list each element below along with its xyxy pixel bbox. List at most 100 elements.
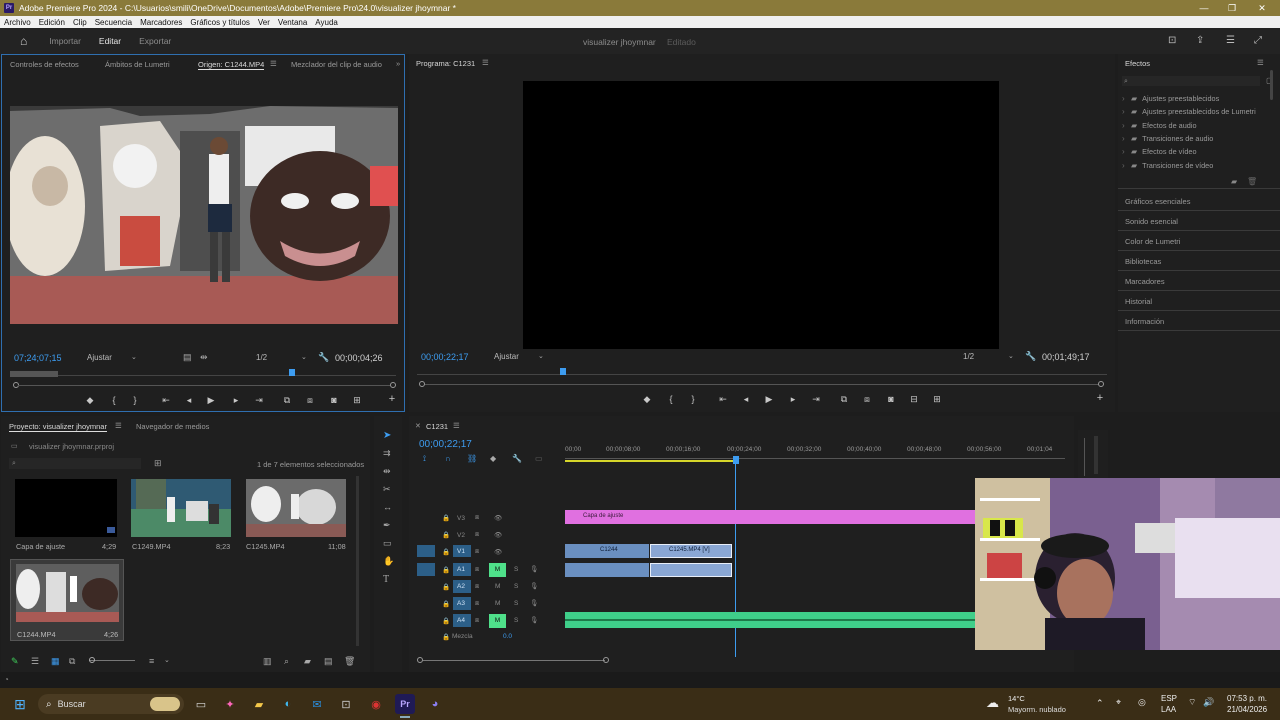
chrome-icon[interactable]: ◉ bbox=[366, 694, 386, 714]
menu-archivo[interactable]: Archivo bbox=[0, 18, 35, 27]
ripple-edit-icon[interactable]: ⇹ bbox=[383, 466, 391, 477]
program-menu-icon[interactable]: ☰ bbox=[482, 58, 489, 67]
panel-libraries[interactable]: Bibliotecas bbox=[1125, 257, 1161, 266]
program-video-frame[interactable] bbox=[523, 81, 999, 349]
source-menu-icon[interactable]: ☰ bbox=[270, 59, 277, 68]
add-marker-icon[interactable]: ◆ bbox=[490, 454, 496, 463]
go-to-in-icon[interactable]: ⇤ bbox=[160, 395, 172, 405]
zoom-handle-right[interactable] bbox=[390, 382, 396, 388]
type-tool-icon[interactable]: T bbox=[383, 574, 389, 585]
razor-icon[interactable]: ✂ bbox=[383, 484, 391, 495]
new-item-icon[interactable]: ▤ bbox=[324, 656, 333, 667]
new-bin-icon[interactable]: ▰ bbox=[1231, 177, 1237, 186]
source-playhead[interactable] bbox=[289, 369, 295, 376]
windows-start-icon[interactable]: ⊞ bbox=[10, 694, 30, 714]
lift-icon[interactable]: ⧉ bbox=[838, 394, 850, 404]
sync-lock-icon[interactable]: ⧈ bbox=[475, 617, 479, 625]
close-button[interactable]: ✕ bbox=[1248, 0, 1276, 16]
microphone-icon[interactable]: 🎙 bbox=[530, 616, 538, 624]
store-icon[interactable]: ⊡ bbox=[336, 694, 356, 714]
sequence-tab[interactable]: C1231 bbox=[426, 422, 448, 431]
tab-media-browser[interactable]: Navegador de medios bbox=[136, 422, 209, 431]
panel-essential-sound[interactable]: Sonido esencial bbox=[1125, 217, 1178, 226]
tray-chevron-icon[interactable]: ⌃ bbox=[1096, 698, 1104, 709]
project-item-thumbnail[interactable] bbox=[246, 479, 346, 537]
adjustment-layer-clip[interactable]: Capa de ajuste bbox=[565, 510, 975, 524]
effects-folder-item[interactable]: › ▰ Efectos de audio bbox=[1122, 119, 1272, 132]
eye-icon[interactable]: 👁 bbox=[494, 531, 502, 539]
premiere-taskbar-icon[interactable]: Pr bbox=[395, 694, 415, 714]
effects-menu-icon[interactable]: ☰ bbox=[1257, 58, 1264, 67]
eye-icon[interactable]: 👁 bbox=[494, 548, 502, 556]
video-clip-c1244[interactable]: C1244 bbox=[565, 544, 649, 558]
add-marker-icon[interactable]: ◆ bbox=[84, 395, 96, 405]
selection-tool-icon[interactable]: ➤ bbox=[383, 430, 391, 441]
lock-icon[interactable]: 🔒 bbox=[442, 531, 450, 539]
captions-icon[interactable]: ▭ bbox=[535, 454, 543, 463]
mark-out-icon[interactable]: } bbox=[687, 394, 699, 404]
slip-icon[interactable]: ↔ bbox=[383, 502, 392, 512]
source-resolution-dropdown[interactable]: 1/2 bbox=[256, 353, 267, 362]
solo-button-a3[interactable]: S bbox=[514, 600, 518, 607]
trash-icon[interactable]: 🗑 bbox=[344, 656, 355, 667]
button-editor-icon[interactable]: ⊞ bbox=[351, 395, 363, 405]
comparison-view-icon[interactable]: ⊟ bbox=[908, 394, 920, 404]
effects-scrollbar[interactable] bbox=[1270, 70, 1273, 100]
menu-marcadores[interactable]: Marcadores bbox=[136, 18, 186, 27]
effects-folder-item[interactable]: › ▰ Ajustes preestablecidos bbox=[1122, 92, 1272, 105]
mute-button-a3[interactable]: M bbox=[495, 600, 500, 607]
restore-button[interactable]: ❐ bbox=[1218, 0, 1246, 16]
audio-clip-a1-c1245[interactable] bbox=[650, 563, 732, 577]
pencil-icon[interactable]: ✎ bbox=[11, 656, 19, 667]
sync-lock-icon[interactable]: ⧈ bbox=[475, 514, 479, 522]
tab-source[interactable]: Origen: C1244.MP4 bbox=[198, 60, 265, 70]
trash-icon[interactable]: 🗑 bbox=[1247, 177, 1257, 186]
icon-view-icon[interactable]: ▦ bbox=[51, 656, 60, 667]
program-resolution-dropdown[interactable]: 1/2 bbox=[963, 352, 974, 361]
location-icon[interactable]: ⌖ bbox=[1116, 697, 1121, 708]
menu-ayuda[interactable]: Ayuda bbox=[311, 18, 342, 27]
source-patch-a1[interactable] bbox=[417, 563, 435, 576]
minimize-button[interactable]: — bbox=[1190, 0, 1218, 16]
weather-icon[interactable]: ☁ bbox=[986, 695, 999, 711]
edge-icon[interactable]: ◐ bbox=[278, 694, 298, 714]
lock-icon[interactable]: 🔒 bbox=[442, 583, 450, 591]
sync-lock-icon[interactable]: ⧈ bbox=[475, 548, 479, 556]
tab-effect-controls[interactable]: Controles de efectos bbox=[10, 60, 79, 69]
zoom-slider[interactable] bbox=[89, 660, 135, 661]
sync-lock-icon[interactable]: ⧈ bbox=[475, 566, 479, 574]
wrench-icon[interactable]: 🔧 bbox=[512, 454, 522, 463]
sync-lock-icon[interactable]: ⧈ bbox=[475, 600, 479, 608]
effects-folder-item[interactable]: › ▰ Efectos de vídeo bbox=[1122, 145, 1272, 158]
project-item-thumbnail[interactable] bbox=[15, 479, 117, 537]
go-to-out-icon[interactable]: ⇥ bbox=[810, 394, 822, 404]
play-icon[interactable]: ▶ bbox=[205, 395, 217, 405]
project-item-thumbnail[interactable] bbox=[16, 564, 119, 622]
discord-icon[interactable]: ◕ bbox=[425, 694, 445, 714]
source-scrubber[interactable] bbox=[10, 369, 396, 379]
clock-time[interactable]: 07:53 p. m. bbox=[1227, 694, 1267, 703]
mark-out-icon[interactable]: } bbox=[129, 395, 141, 405]
step-back-icon[interactable]: ◂ bbox=[740, 394, 752, 404]
tray-app-icon[interactable]: ◎ bbox=[1138, 697, 1146, 708]
go-to-out-icon[interactable]: ⇥ bbox=[253, 395, 265, 405]
project-item-selected[interactable]: C1244.MP4 4;26 bbox=[10, 559, 124, 641]
menu-clip[interactable]: Clip bbox=[69, 18, 91, 27]
timeline-playhead-head[interactable] bbox=[733, 456, 739, 464]
add-button-icon[interactable]: + bbox=[386, 394, 398, 405]
tab-lumetri-scopes[interactable]: Ámbitos de Lumetri bbox=[105, 60, 170, 69]
video-clip-c1245[interactable]: C1245.MP4 [V] bbox=[650, 544, 732, 558]
step-forward-icon[interactable]: ▸ bbox=[230, 395, 242, 405]
effects-search-input[interactable]: ⌕ bbox=[1122, 76, 1260, 86]
task-view-icon[interactable]: ▭ bbox=[191, 694, 211, 714]
file-explorer-icon[interactable]: ▰ bbox=[249, 694, 269, 714]
insert-icon[interactable]: ⧉ bbox=[281, 395, 293, 405]
wrench-icon[interactable]: 🔧 bbox=[1025, 351, 1036, 362]
panel-markers[interactable]: Marcadores bbox=[1125, 277, 1165, 286]
automate-to-sequence-icon[interactable]: ▥ bbox=[263, 656, 272, 667]
lock-icon[interactable]: 🔒 bbox=[442, 548, 450, 556]
share-icon[interactable]: ⇪ bbox=[1196, 35, 1204, 46]
more-panels-icon[interactable]: » bbox=[396, 59, 400, 68]
linked-selection-icon[interactable]: ⛓ bbox=[467, 454, 477, 463]
source-fit-dropdown[interactable]: Ajustar bbox=[87, 353, 112, 362]
